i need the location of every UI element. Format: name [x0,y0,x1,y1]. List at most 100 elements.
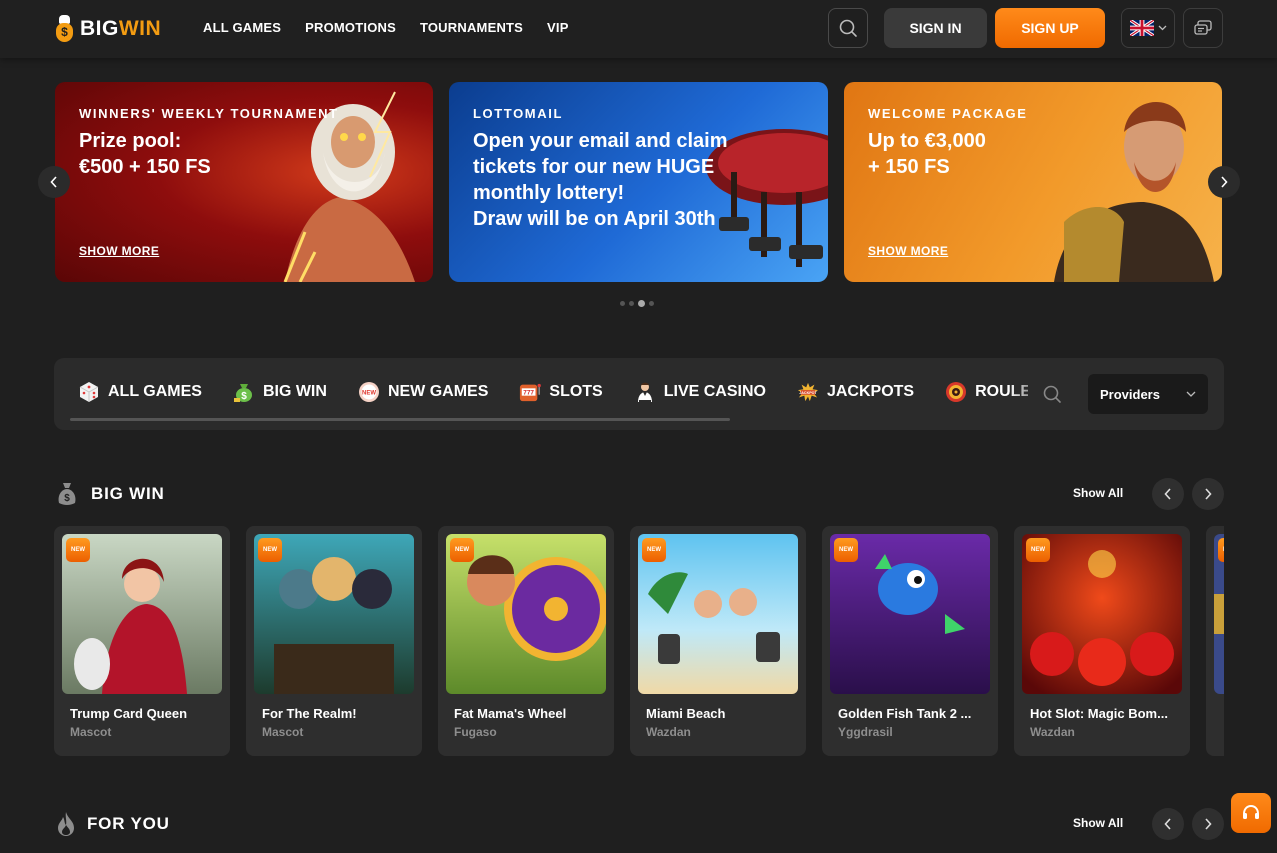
flame-icon [56,811,76,842]
game-title: Trump Card Queen [70,706,188,721]
slot-machine-icon: 777 [519,381,542,403]
brand-logo[interactable]: BIGWIN [55,14,161,44]
promo-banner-lottomail[interactable]: LOTTOMAIL Open your email and claim tick… [449,82,828,282]
game-card[interactable]: NEW Miami Beach Wazdan [630,526,806,756]
category-search-button[interactable] [1042,384,1062,409]
game-title: Fat Mama's Wheel [454,706,567,721]
promo-banner-welcome[interactable]: WELCOME PACKAGE Up to €3,000 + 150 FS SH… [844,82,1222,282]
category-big-win[interactable]: $ BIG WIN [233,381,327,403]
category-jackpots[interactable]: JACKPOT JACKPOTS [797,381,914,403]
game-provider: Fugaso [454,725,497,739]
section-big-win-header: $ BIG WIN Show All [54,477,1224,512]
carousel-dot[interactable] [629,301,634,306]
sign-in-button[interactable]: SIGN IN [884,8,987,48]
providers-dropdown[interactable]: Providers [1088,374,1208,414]
new-badge: NEW [258,538,282,562]
chevron-left-icon [1164,818,1171,830]
game-card[interactable]: NEW Trump Card Queen Mascot [54,526,230,756]
chevron-down-icon [1158,25,1166,31]
chevron-right-icon [1205,488,1212,500]
game-thumbnail[interactable]: NEW [446,534,606,694]
game-card[interactable]: NEW Hot Slot: Magic Bom... Wazdan [1014,526,1190,756]
game-thumbnail[interactable]: NEW [62,534,222,694]
svg-text:$: $ [241,391,247,402]
sign-up-button[interactable]: SIGN UP [995,8,1105,48]
section-next-button[interactable] [1192,478,1224,510]
banner-kicker: WINNERS' WEEKLY TOURNAMENT [79,106,339,121]
game-provider: Wazdan [646,725,691,739]
chevron-right-icon [1221,176,1228,188]
category-tabs: ALL GAMES $ BIG WIN NEW NEW GAMES 777 SL… [78,381,1028,403]
search-icon [1043,385,1061,403]
money-bag-logo-icon [55,14,74,44]
game-provider: Mascot [262,725,304,739]
game-title: Golden Fish Tank 2 ... [838,706,972,721]
search-button[interactable] [828,8,868,48]
nav-promotions[interactable]: PROMOTIONS [305,20,396,35]
carousel-dot[interactable] [620,301,625,306]
show-all-link[interactable]: Show All [1073,486,1123,500]
game-thumbnail[interactable]: NEW [1214,534,1224,694]
game-card[interactable]: NEW Fat Mama's Wheel Fugaso [438,526,614,756]
game-thumbnail[interactable]: NEW [830,534,990,694]
brand-name-part2: WIN [118,17,162,40]
game-provider: Mascot [70,725,112,739]
game-card[interactable]: NEW Golden Fish Tank 2 ... Yggdrasil [822,526,998,756]
nav-vip[interactable]: VIP [547,20,569,35]
category-all-games[interactable]: ALL GAMES [78,381,202,403]
category-slots[interactable]: 777 SLOTS [519,381,603,403]
show-all-link[interactable]: Show All [1073,816,1123,830]
support-button[interactable] [1231,793,1271,833]
section-title: BIG WIN [91,484,165,503]
game-title: Hot Slot: Magic Bom... [1030,706,1168,721]
game-title: For The Realm! [262,706,357,721]
search-icon [839,19,857,37]
show-more-link[interactable]: SHOW MORE [868,244,948,258]
banner-prev-button[interactable] [38,166,70,198]
section-title: FOR YOU [87,814,170,833]
category-live-casino[interactable]: LIVE CASINO [634,381,766,403]
jackpot-icon: JACKPOT [797,381,819,403]
new-badge: NEW [1026,538,1050,562]
section-next-button[interactable] [1192,808,1224,840]
game-card[interactable]: NEW [1206,526,1224,756]
chevron-left-icon [1164,488,1171,500]
nav-tournaments[interactable]: TOURNAMENTS [420,20,523,35]
new-badge: NEW [834,538,858,562]
carousel-dot-active[interactable] [638,300,645,307]
category-scrollbar[interactable] [70,418,730,421]
language-selector[interactable] [1121,8,1175,48]
chat-icon [1194,20,1212,35]
brand-name-part1: BIG [80,17,119,40]
section-prev-button[interactable] [1152,808,1184,840]
money-bag-icon: $ [233,381,255,403]
dice-icon [78,381,100,403]
carousel-dot[interactable] [649,301,654,306]
providers-label: Providers [1100,386,1160,402]
chat-button[interactable] [1183,8,1223,48]
game-thumbnail[interactable]: NEW [1022,534,1182,694]
category-label: SLOTS [549,383,603,400]
banner-kicker: WELCOME PACKAGE [868,106,1028,121]
game-thumbnail[interactable]: NEW [638,534,798,694]
banner-title: Open your email and claim tickets for ou… [473,130,728,230]
svg-text:777: 777 [524,390,535,397]
category-label: JACKPOTS [826,383,915,400]
category-new-games[interactable]: NEW NEW GAMES [358,381,488,403]
svg-text:$: $ [64,493,70,504]
chevron-right-icon [1205,818,1212,830]
top-header: BIGWIN ALL GAMES PROMOTIONS TOURNAMENTS … [0,0,1277,58]
carousel-dots [620,300,654,307]
show-more-link[interactable]: SHOW MORE [79,244,159,258]
money-bag-icon: $ [56,481,78,512]
banner-next-button[interactable] [1208,166,1240,198]
new-badge: NEW [642,538,666,562]
category-bar: ALL GAMES $ BIG WIN NEW NEW GAMES 777 SL… [54,358,1224,430]
headset-icon [1243,804,1259,819]
category-label: NEW GAMES [387,383,489,400]
nav-all-games[interactable]: ALL GAMES [203,20,281,35]
promo-banner-tournament[interactable]: WINNERS' WEEKLY TOURNAMENT Prize pool: €… [55,82,433,282]
section-prev-button[interactable] [1152,478,1184,510]
game-card[interactable]: NEW For The Realm! Mascot [246,526,422,756]
game-thumbnail[interactable]: NEW [254,534,414,694]
